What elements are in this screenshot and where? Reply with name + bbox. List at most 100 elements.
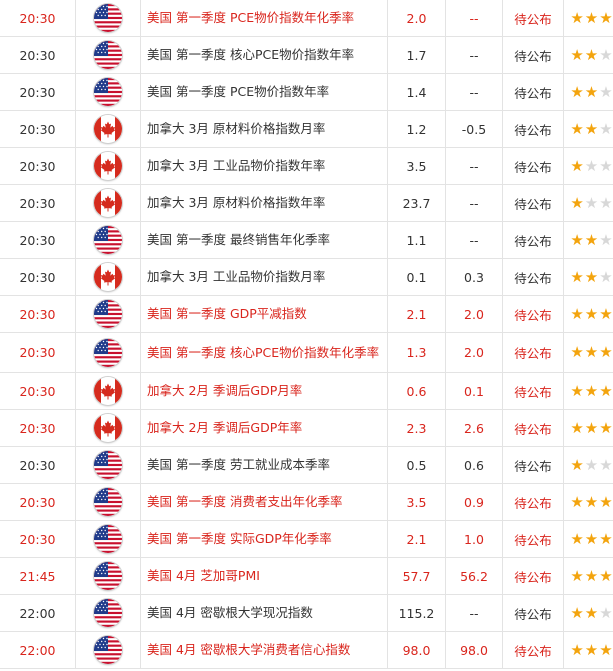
importance-rating: ★ ★ ★ [563, 520, 613, 558]
importance-rating: ★ ★ ★ [563, 258, 613, 296]
event-name: 加拿大 3月 工业品物价指数月率 [140, 258, 388, 296]
event-name: 美国 第一季度 消费者支出年化季率 [140, 483, 388, 521]
previous-value: 0.1 [387, 258, 446, 296]
country-flag-cell [75, 446, 141, 484]
event-name: 加拿大 3月 工业品物价指数年率 [140, 147, 388, 185]
actual-value: 待公布 [502, 409, 564, 447]
previous-value: 98.0 [387, 631, 446, 669]
star-icon: ★ [599, 381, 613, 400]
forecast-value: 0.6 [445, 446, 503, 484]
actual-value: 待公布 [502, 483, 564, 521]
event-time: 22:00 [0, 594, 76, 632]
table-row: 20:30 美国 第一季度 劳工就业成本季率 0.5 0.6 待公布 ★ ★ ★ [0, 446, 613, 484]
previous-value: 2.3 [387, 409, 446, 447]
star-icon: ★ [570, 455, 584, 474]
actual-value: 待公布 [502, 110, 564, 148]
star-icon: ★ [570, 119, 584, 138]
star-icon: ★ [570, 418, 584, 437]
star-icon: ★ [570, 82, 584, 101]
event-name: 加拿大 3月 原材料价格指数年率 [140, 184, 388, 222]
event-name: 加拿大 2月 季调后GDP年率 [140, 409, 388, 447]
actual-value: 待公布 [502, 631, 564, 669]
table-row: 22:00 美国 4月 密歇根大学消费者信心指数 98.0 98.0 待公布 ★ ★ ★ [0, 631, 613, 669]
country-flag-cell [75, 520, 141, 558]
forecast-value: -- [445, 0, 503, 37]
event-name: 美国 第一季度 核心PCE物价指数年化季率 [140, 332, 388, 373]
star-icon: ★ [599, 193, 613, 212]
forecast-value: 0.3 [445, 258, 503, 296]
event-time: 20:30 [0, 258, 76, 296]
star-icon: ★ [570, 267, 584, 286]
star-icon: ★ [599, 640, 613, 659]
forecast-value: 2.6 [445, 409, 503, 447]
star-icon: ★ [599, 304, 613, 323]
star-icon: ★ [599, 603, 613, 622]
star-icon: ★ [599, 8, 613, 27]
star-icon: ★ [584, 529, 599, 548]
importance-rating: ★ ★ ★ [563, 147, 613, 185]
forecast-value: -- [445, 184, 503, 222]
canada-flag-icon [94, 115, 122, 143]
star-icon: ★ [584, 8, 599, 27]
calendar-body: 20:30 美国 第一季度 PCE物价指数年化季率 2.0 -- 待公布 ★ ★ ★ 20:30… [0, 0, 613, 669]
star-icon: ★ [570, 193, 584, 212]
star-icon: ★ [584, 640, 599, 659]
event-name: 美国 4月 密歇根大学现况指数 [140, 594, 388, 632]
star-icon: ★ [570, 381, 584, 400]
actual-value: 待公布 [502, 372, 564, 410]
event-time: 20:30 [0, 147, 76, 185]
event-time: 20:30 [0, 184, 76, 222]
previous-value: 3.5 [387, 147, 446, 185]
previous-value: 3.5 [387, 483, 446, 521]
previous-value: 1.7 [387, 36, 446, 74]
event-name: 美国 4月 芝加哥PMI [140, 557, 388, 595]
us-flag-icon [94, 300, 122, 328]
actual-value: 待公布 [502, 0, 564, 37]
star-icon: ★ [599, 119, 613, 138]
forecast-value: 2.0 [445, 295, 503, 333]
us-flag-icon [94, 78, 122, 106]
country-flag-cell [75, 221, 141, 259]
table-row: 20:30 美国 第一季度 消费者支出年化季率 3.5 0.9 待公布 ★ ★ ★ [0, 483, 613, 521]
star-icon: ★ [570, 8, 584, 27]
country-flag-cell [75, 110, 141, 148]
event-time: 20:30 [0, 372, 76, 410]
star-icon: ★ [570, 529, 584, 548]
country-flag-cell [75, 147, 141, 185]
forecast-value: 0.1 [445, 372, 503, 410]
event-name: 美国 第一季度 实际GDP年化季率 [140, 520, 388, 558]
previous-value: 2.1 [387, 520, 446, 558]
event-name: 美国 4月 密歇根大学消费者信心指数 [140, 631, 388, 669]
star-icon: ★ [570, 640, 584, 659]
table-row: 21:45 美国 4月 芝加哥PMI 57.7 56.2 待公布 ★ ★ ★ [0, 557, 613, 595]
actual-value: 待公布 [502, 73, 564, 111]
previous-value: 0.6 [387, 372, 446, 410]
actual-value: 待公布 [502, 446, 564, 484]
star-icon: ★ [584, 267, 599, 286]
actual-value: 待公布 [502, 520, 564, 558]
country-flag-cell [75, 258, 141, 296]
table-row: 20:30 美国 第一季度 PCE物价指数年率 1.4 -- 待公布 ★ ★ ★ [0, 73, 613, 111]
importance-rating: ★ ★ ★ [563, 73, 613, 111]
star-icon: ★ [584, 492, 599, 511]
event-time: 20:30 [0, 332, 76, 373]
us-flag-icon [94, 562, 122, 590]
star-icon: ★ [599, 492, 613, 511]
star-icon: ★ [584, 381, 599, 400]
star-icon: ★ [584, 603, 599, 622]
importance-rating: ★ ★ ★ [563, 332, 613, 373]
forecast-value: 2.0 [445, 332, 503, 373]
previous-value: 0.5 [387, 446, 446, 484]
event-time: 21:45 [0, 557, 76, 595]
table-row: 20:30 加拿大 3月 原材料价格指数年率 23.7 -- 待公布 ★ ★ ★ [0, 184, 613, 222]
star-icon: ★ [584, 566, 599, 585]
forecast-value: -0.5 [445, 110, 503, 148]
country-flag-cell [75, 295, 141, 333]
event-time: 20:30 [0, 0, 76, 37]
star-icon: ★ [570, 492, 584, 511]
star-icon: ★ [570, 603, 584, 622]
actual-value: 待公布 [502, 221, 564, 259]
us-flag-icon [94, 226, 122, 254]
forecast-value: -- [445, 73, 503, 111]
us-flag-icon [94, 4, 122, 32]
